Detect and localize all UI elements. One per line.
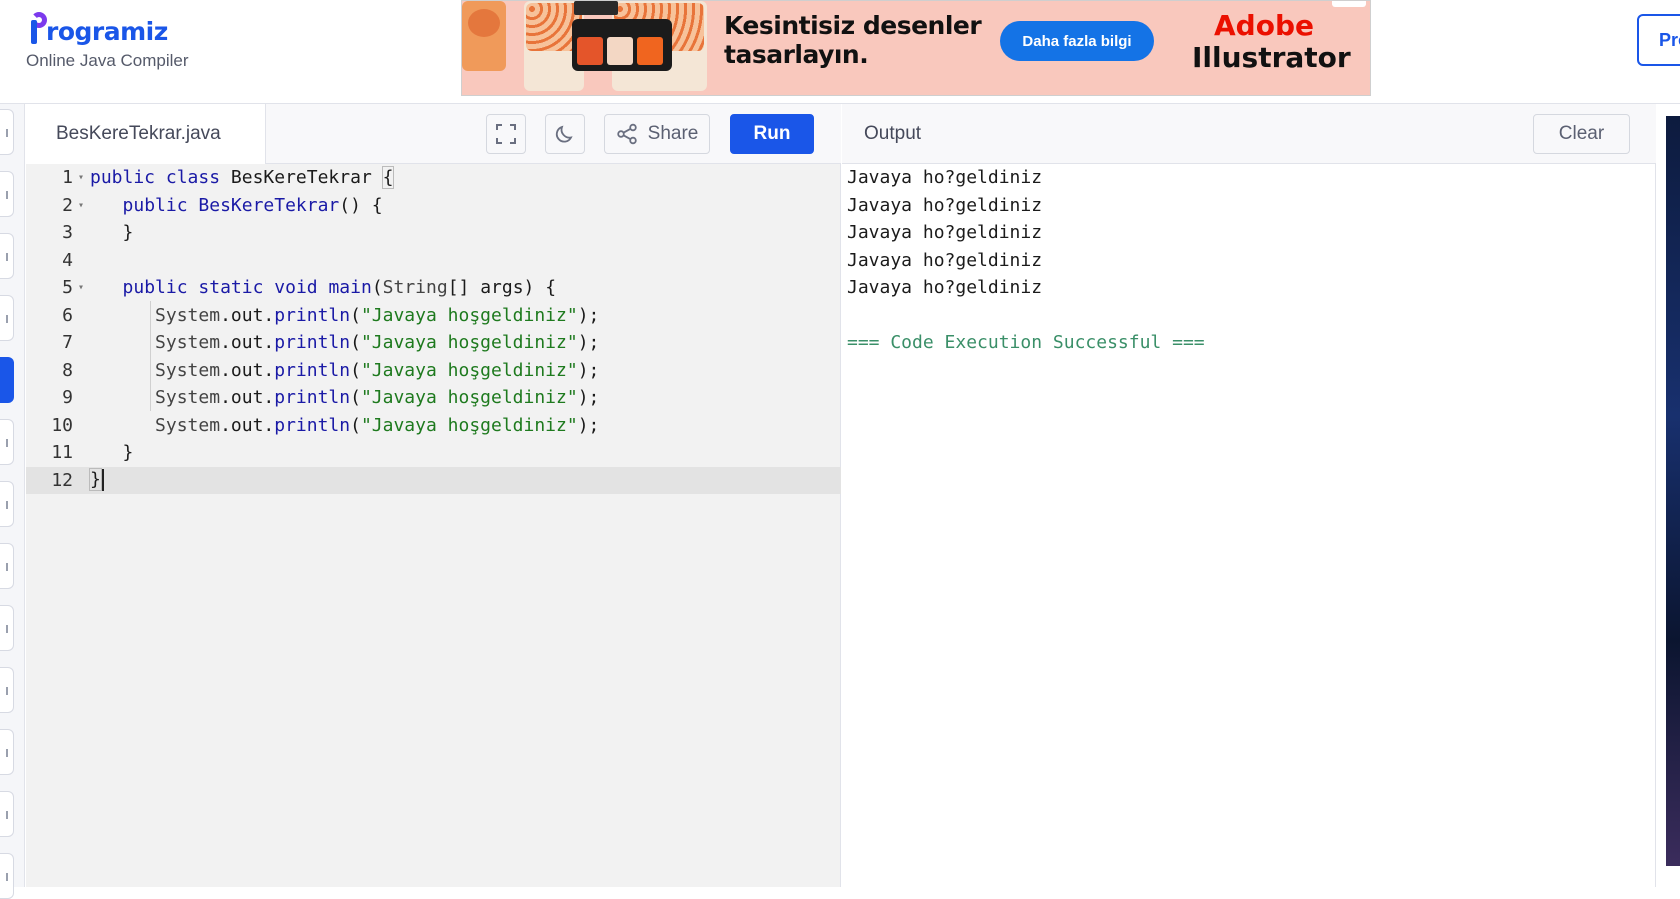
output-line: Javaya ho?geldiniz <box>847 277 1043 298</box>
rail-item-4[interactable] <box>0 295 14 341</box>
code-line: 6 System.out.println("Javaya hoşgeldiniz… <box>26 302 841 330</box>
output-panel: Output Clear Javaya ho?geldiniz Javaya h… <box>842 104 1656 887</box>
language-icon <box>3 501 8 509</box>
language-icon <box>3 811 8 819</box>
rail-item-7[interactable] <box>0 481 14 527</box>
language-icon <box>3 563 8 571</box>
rail-item-2[interactable] <box>0 171 14 217</box>
line-number: 10 <box>51 414 73 436</box>
language-icon <box>3 315 8 323</box>
rail-item-12[interactable] <box>0 791 14 837</box>
output-line: Javaya ho?geldiniz <box>847 222 1043 243</box>
code-line: 11 } <box>26 439 841 467</box>
language-rail <box>0 104 25 899</box>
ad-banner[interactable]: Kesintisiz desenler tasarlayın. Daha faz… <box>461 0 1371 96</box>
code-line: 7 System.out.println("Javaya hoşgeldiniz… <box>26 329 841 357</box>
share-button[interactable]: Share <box>604 114 710 154</box>
line-number: 5 <box>62 277 73 299</box>
language-icon <box>3 129 8 137</box>
rail-item-3[interactable] <box>0 233 14 279</box>
line-number: 4 <box>62 249 73 271</box>
share-label: Share <box>647 123 699 144</box>
file-tab[interactable]: BesKereTekrar.java <box>26 104 266 164</box>
output-console[interactable]: Javaya ho?geldiniz Javaya ho?geldiniz Ja… <box>847 164 1205 357</box>
language-icon <box>3 687 8 695</box>
code-line: 3 } <box>26 219 841 247</box>
fold-arrow-icon[interactable]: ▾ <box>75 282 90 293</box>
top-header: rogramiz Online Java Compiler Kesintisiz… <box>0 0 1680 104</box>
line-number: 8 <box>62 359 73 381</box>
line-number: 2 <box>62 194 73 216</box>
code-line: 2 ▾ public BesKereTekrar() { <box>26 192 841 220</box>
ad-headline-line2: tasarlayın. <box>724 40 869 69</box>
rail-item-11[interactable] <box>0 729 14 775</box>
theme-toggle-button[interactable] <box>545 114 585 154</box>
ad-choices-icon[interactable] <box>1332 1 1366 7</box>
code-line: 5 ▾ public static void main(String[] arg… <box>26 274 841 302</box>
output-toolbar: Output Clear <box>842 104 1656 164</box>
ad-brand-line2: Illustrator <box>1192 41 1351 74</box>
editor-panel: BesKereTekrar.java Share Run 1 ▾ public … <box>26 104 841 887</box>
logo-text: rogramiz <box>46 17 168 46</box>
ad-cta-button[interactable]: Daha fazla bilgi <box>1000 21 1154 61</box>
rail-item-java[interactable] <box>0 357 14 403</box>
fold-arrow-icon[interactable]: ▾ <box>75 172 90 183</box>
code-line: 4 <box>26 247 841 275</box>
code-line: 9 System.out.println("Javaya hoşgeldiniz… <box>26 384 841 412</box>
ad-image <box>462 1 707 95</box>
ad-headline: Kesintisiz desenler tasarlayın. <box>724 11 982 69</box>
language-icon <box>3 873 8 881</box>
line-number: 3 <box>62 222 73 244</box>
code-line: 8 System.out.println("Javaya hoşgeldiniz… <box>26 357 841 385</box>
programiz-logo[interactable]: rogramiz <box>28 6 168 46</box>
language-icon <box>3 749 8 757</box>
line-number: 12 <box>51 469 73 491</box>
share-icon <box>616 123 637 145</box>
line-number: 6 <box>62 304 73 326</box>
rail-item-9[interactable] <box>0 605 14 651</box>
execution-status: === Code Execution Successful === <box>847 332 1205 353</box>
line-number: 1 <box>62 167 73 189</box>
language-icon <box>3 625 8 633</box>
fold-arrow-icon[interactable]: ▾ <box>75 200 90 211</box>
rail-item-6[interactable] <box>0 419 14 465</box>
code-line: 10 System.out.println("Javaya hoşgeldini… <box>26 412 841 440</box>
output-line: Javaya ho?geldiniz <box>847 194 1043 216</box>
side-ad-image[interactable] <box>1666 116 1680 866</box>
moon-icon <box>555 125 573 143</box>
page-subtitle: Online Java Compiler <box>26 51 189 70</box>
code-line-current: 12 } <box>26 466 841 494</box>
output-line: Javaya ho?geldiniz <box>847 167 1043 188</box>
fullscreen-button[interactable] <box>486 114 526 154</box>
pro-button[interactable]: Pro <box>1637 14 1680 66</box>
language-icon <box>3 191 8 199</box>
rail-item-8[interactable] <box>0 543 14 589</box>
output-title: Output <box>864 123 922 144</box>
logo-icon <box>28 10 48 46</box>
clear-button[interactable]: Clear <box>1533 114 1630 154</box>
rail-item-1[interactable] <box>0 109 14 155</box>
rail-item-10[interactable] <box>0 667 14 713</box>
language-icon <box>3 253 8 261</box>
code-line: 1 ▾ public class BesKereTekrar { <box>26 164 841 192</box>
output-line: Javaya ho?geldiniz <box>847 249 1043 271</box>
expand-icon <box>496 124 516 144</box>
rail-item-13[interactable] <box>0 853 14 899</box>
ad-headline-line1: Kesintisiz desenler <box>724 11 982 40</box>
code-editor[interactable]: 1 ▾ public class BesKereTekrar { 2 ▾ pub… <box>26 164 841 887</box>
line-number: 7 <box>62 332 73 354</box>
line-number: 9 <box>62 387 73 409</box>
text-cursor <box>101 469 104 492</box>
editor-toolbar: BesKereTekrar.java Share Run <box>26 104 841 164</box>
language-icon <box>3 439 8 447</box>
ad-brand-line1: Adobe <box>1214 9 1314 42</box>
run-button[interactable]: Run <box>730 114 814 154</box>
line-number: 11 <box>51 442 73 464</box>
